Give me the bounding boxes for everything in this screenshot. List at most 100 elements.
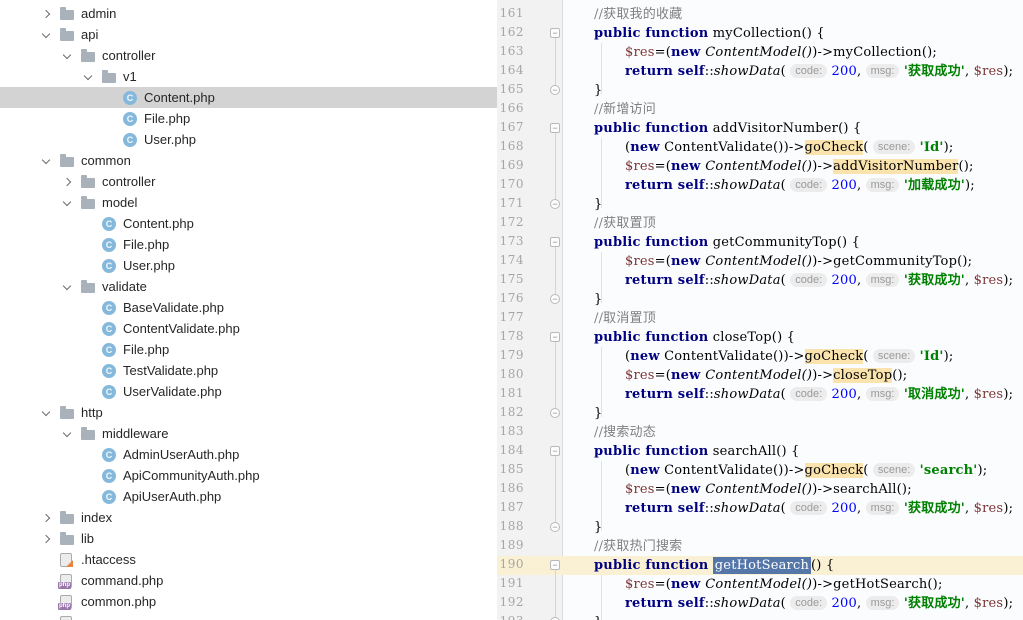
tree-row-admin[interactable]: admin — [0, 3, 497, 24]
token-pl: ); — [1003, 596, 1014, 611]
line-number: 176 — [499, 291, 524, 305]
fold-toggle-icon[interactable]: − — [550, 123, 560, 133]
tree-row-common[interactable]: common — [0, 150, 497, 171]
code-line-183[interactable]: 183 //搜索动态 — [497, 423, 1023, 442]
code-line-179[interactable]: 179 (new ContentValidate())->goCheck( sce… — [497, 347, 1023, 366]
code-line-178[interactable]: 178 − public function closeTop() { — [497, 328, 1023, 347]
chevron-down-icon[interactable] — [40, 155, 60, 164]
tree-item-label: TestValidate.php — [123, 363, 219, 378]
chevron-down-icon[interactable] — [40, 407, 60, 416]
tree-row-v1[interactable]: v1 — [0, 66, 497, 87]
token-itl: ContentModel() — [705, 368, 813, 383]
tree-row-ApiUserAuth.php[interactable]: C ApiUserAuth.php — [0, 486, 497, 507]
code-line-166[interactable]: 166 //新增访问 — [497, 100, 1023, 119]
code-line-184[interactable]: 184 − public function searchAll() { — [497, 442, 1023, 461]
code-text: public function closeTop() { — [594, 328, 795, 347]
code-line-193[interactable]: 193−} — [497, 613, 1023, 620]
code-text: public function getHotSearch() { — [594, 556, 834, 575]
tree-row-command.php[interactable]: php command.php — [0, 570, 497, 591]
tree-row-Content.php[interactable]: C Content.php — [0, 213, 497, 234]
fold-toggle-icon[interactable]: − — [550, 85, 560, 95]
fold-toggle-icon[interactable]: − — [550, 28, 560, 38]
code-line-181[interactable]: 181 return self::showData( code: 200, msg… — [497, 385, 1023, 404]
code-editor[interactable]: 161 //获取我的收藏 162 − public function myCollect… — [497, 0, 1023, 620]
code-line-164[interactable]: 164 return self::showData( code: 200, msg… — [497, 62, 1023, 81]
code-line-176[interactable]: 176 −} — [497, 290, 1023, 309]
code-line-185[interactable]: 185 (new ContentValidate())->goCheck( sce… — [497, 461, 1023, 480]
tree-row-UserValidate.php[interactable]: C UserValidate.php — [0, 381, 497, 402]
tree-row-index[interactable]: index — [0, 507, 497, 528]
code-line-170[interactable]: 170 return self::showData( code: 200, msg… — [497, 176, 1023, 195]
code-line-182[interactable]: 182 −} — [497, 404, 1023, 423]
tree-row-TestValidate.php[interactable]: C TestValidate.php — [0, 360, 497, 381]
chevron-right-icon[interactable] — [40, 513, 60, 522]
fold-toggle-icon[interactable]: − — [550, 408, 560, 418]
code-line-192[interactable]: 192 return self::showData( code: 200, msg… — [497, 594, 1023, 613]
tree-row-middleware[interactable]: middleware — [0, 423, 497, 444]
code-line-169[interactable]: 169 $res=(new ContentModel())->addVisitor… — [497, 157, 1023, 176]
code-line-173[interactable]: 173 − public function getCommunityTop() { — [497, 233, 1023, 252]
tree-row-Content.php[interactable]: C Content.php — [0, 87, 497, 108]
tree-row-File.php[interactable]: C File.php — [0, 234, 497, 255]
code-line-163[interactable]: 163 $res=(new ContentModel())->myCollecti… — [497, 43, 1023, 62]
tree-row-.htaccess[interactable]: .htaccess — [0, 549, 497, 570]
tree-row-lib[interactable]: lib — [0, 528, 497, 549]
code-line-189[interactable]: 189 //获取热门搜索 — [497, 537, 1023, 556]
code-line-161[interactable]: 161 //获取我的收藏 — [497, 5, 1023, 24]
code-line-174[interactable]: 174 $res=(new ContentModel())->getCommuni… — [497, 252, 1023, 271]
code-line-191[interactable]: 191 $res=(new ContentModel())->getHotSear… — [497, 575, 1023, 594]
code-line-162[interactable]: 162 − public function myCollection() { — [497, 24, 1023, 43]
tree-row-User.php[interactable]: C User.php — [0, 129, 497, 150]
tree-row-validate[interactable]: validate — [0, 276, 497, 297]
code-text: //取消置顶 — [594, 309, 656, 328]
tree-row-controller[interactable]: controller — [0, 45, 497, 66]
tree-row-controller[interactable]: controller — [0, 171, 497, 192]
chevron-down-icon[interactable] — [61, 281, 81, 290]
code-line-187[interactable]: 187 return self::showData( code: 200, msg… — [497, 499, 1023, 518]
chevron-right-icon[interactable] — [61, 177, 81, 186]
fold-toggle-icon[interactable]: − — [550, 560, 560, 570]
tree-row-common.php[interactable]: php common.php — [0, 591, 497, 612]
line-number: 180 — [499, 367, 524, 381]
code-line-190[interactable]: 190 − public function getHotSearch() { — [497, 556, 1023, 575]
fold-toggle-icon[interactable]: − — [550, 294, 560, 304]
code-line-165[interactable]: 165 −} — [497, 81, 1023, 100]
tree-item-label: User.php — [144, 132, 197, 147]
code-line-186[interactable]: 186 $res=(new ContentModel())->searchAll(… — [497, 480, 1023, 499]
code-line-180[interactable]: 180 $res=(new ContentModel())->closeTop()… — [497, 366, 1023, 385]
code-line-167[interactable]: 167 − public function addVisitorNumber() { — [497, 119, 1023, 138]
code-line-172[interactable]: 172 //获取置顶 — [497, 214, 1023, 233]
chevron-down-icon[interactable] — [61, 50, 81, 59]
chevron-right-icon[interactable] — [40, 534, 60, 543]
fold-toggle-icon[interactable]: − — [550, 446, 560, 456]
folder-icon — [81, 196, 95, 209]
php-file-icon: php — [58, 573, 72, 589]
code-line-168[interactable]: 168 (new ContentValidate())->goCheck( sce… — [497, 138, 1023, 157]
fold-toggle-icon[interactable]: − — [550, 522, 560, 532]
tree-row-model[interactable]: model — [0, 192, 497, 213]
tree-row-ContentValidate.php[interactable]: C ContentValidate.php — [0, 318, 497, 339]
tree-row-ApiCommunityAuth.php[interactable]: C ApiCommunityAuth.php — [0, 465, 497, 486]
chevron-down-icon[interactable] — [82, 71, 102, 80]
code-line-171[interactable]: 171 −} — [497, 195, 1023, 214]
fold-toggle-icon[interactable]: − — [550, 237, 560, 247]
code-line-188[interactable]: 188 −} — [497, 518, 1023, 537]
code-line-177[interactable]: 177 //取消置顶 — [497, 309, 1023, 328]
tree-row-BaseValidate.php[interactable]: C BaseValidate.php — [0, 297, 497, 318]
line-number: 193 — [497, 614, 524, 620]
tree-row-api[interactable]: api — [0, 24, 497, 45]
chevron-right-icon[interactable] — [40, 9, 60, 18]
chevron-down-icon[interactable] — [61, 197, 81, 206]
tree-row-User.php[interactable]: C User.php — [0, 255, 497, 276]
fold-toggle-icon[interactable]: − — [550, 199, 560, 209]
tree-row-http[interactable]: http — [0, 402, 497, 423]
fold-toggle-icon[interactable]: − — [550, 332, 560, 342]
chevron-down-icon[interactable] — [40, 29, 60, 38]
tree-row-File.php[interactable]: C File.php — [0, 339, 497, 360]
tree-row-AdminUserAuth.php[interactable]: C AdminUserAuth.php — [0, 444, 497, 465]
tree-row-File.php[interactable]: C File.php — [0, 108, 497, 129]
code-line-175[interactable]: 175 return self::showData( code: 200, msg… — [497, 271, 1023, 290]
chevron-down-icon[interactable] — [61, 428, 81, 437]
token-kw: new — [630, 463, 660, 478]
tree-row-partial-29[interactable]: php — [0, 612, 497, 620]
